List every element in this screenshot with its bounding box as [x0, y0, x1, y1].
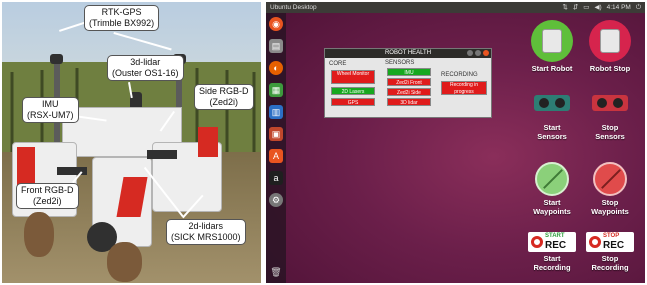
start-robot-label: Start Robot [531, 64, 573, 73]
start-robot-icon [531, 20, 573, 62]
robot-stop-icon [589, 20, 631, 62]
volume-icon[interactable]: ◀) [594, 2, 601, 13]
stop-waypoints-label-line2: Waypoints [591, 207, 629, 216]
callout-imu-line2: (RSX-UM7) [27, 110, 74, 120]
waypoints-icon-green [535, 162, 569, 196]
robot-stop-label: Robot Stop [589, 64, 631, 73]
stop-rec-icon: STOP REC [586, 232, 634, 252]
status-imu: IMU [387, 68, 431, 76]
rec-start-rec-text: REC [545, 240, 567, 251]
stop-waypoints-label-line1: Stop [601, 198, 619, 207]
camera-sensor-icon-red [592, 95, 628, 111]
waypoints-icon-red [593, 162, 627, 196]
start-recording-label-line2: Recording [533, 263, 571, 272]
callout-3d-lidar-line2: (Ouster OS1-16) [112, 68, 179, 78]
robot-health-window[interactable]: ROBOT HEALTH CORE SENSORS RECORDING Whee… [324, 48, 492, 118]
red-panel-right [198, 127, 218, 157]
stop-waypoints-button[interactable]: Stop Waypoints [582, 162, 638, 216]
robot-photo: RTK-GPS (Trimble BX992) 3d-lidar (Ouster… [2, 2, 261, 283]
callout-3d-lidar: 3d-lidar (Ouster OS1-16) [107, 55, 184, 81]
robot-stop-button[interactable]: Robot Stop [582, 20, 638, 73]
gps-antenna-left [50, 54, 63, 64]
callout-3d-lidar-line1: 3d-lidar [130, 57, 161, 67]
start-rec-icon: START REC [528, 232, 576, 252]
start-recording-label-line1: Start [543, 254, 561, 263]
files-icon[interactable]: ▤ [269, 39, 283, 53]
start-sensors-label-line1: Start [543, 123, 561, 132]
wheel-front [107, 242, 142, 282]
stop-sensors-label-line1: Stop [601, 123, 619, 132]
status-gps: GPS [331, 98, 375, 106]
recording-group-label: RECORDING [441, 72, 478, 78]
start-robot-button[interactable]: Start Robot [524, 20, 580, 73]
launcher-bar: ◉ ▤ ◐ ▦ ▥ ▣ A a ⚙ 🗑 [266, 13, 286, 283]
status-2d-lasers: 2D Lasers [331, 87, 375, 95]
start-waypoints-button[interactable]: Start Waypoints [524, 162, 580, 216]
presentation-icon[interactable]: ▣ [269, 127, 283, 141]
rec-stop-rec-text: REC [603, 240, 625, 251]
stop-recording-button[interactable]: STOP REC Stop Recording [582, 232, 638, 272]
start-waypoints-label-line1: Start [543, 198, 561, 207]
document-icon[interactable]: ▥ [269, 105, 283, 119]
status-zed2i-front: Zed2i Front [387, 78, 431, 86]
close-icon[interactable] [483, 50, 489, 56]
top-panel: Ubuntu Desktop ⇅ ⇵ ▭ ◀) 4:14 PM ⏻ [266, 2, 645, 13]
callout-side-rgbd-line1: Side RGB-D [199, 86, 249, 96]
network-icon[interactable]: ⇵ [573, 2, 578, 13]
status-3d-lidar: 3D lidar [387, 98, 431, 106]
status-wheel-monitor: Wheel Monitor [331, 70, 375, 84]
camera-sensor-icon-green [534, 95, 570, 111]
callout-2d-lidars: 2d-lidars (SICK MRS1000) [166, 219, 246, 245]
rec-start-top-text: START [545, 233, 565, 239]
core-group-label: CORE [329, 61, 347, 67]
software-center-icon[interactable]: A [269, 149, 283, 163]
callout-front-rgbd-line1: Front RGB-D [21, 185, 74, 195]
system-tray: ⇅ ⇵ ▭ ◀) 4:14 PM ⏻ [562, 2, 641, 13]
stop-recording-label-line2: Recording [591, 263, 629, 272]
start-recording-button[interactable]: START REC Start Recording [524, 232, 580, 272]
battery-icon[interactable]: ▭ [583, 2, 589, 13]
maximize-icon[interactable] [475, 50, 481, 56]
clock[interactable]: 4:14 PM [607, 2, 631, 13]
sensors-group-label: SENSORS [385, 60, 415, 66]
rec-stop-top-text: STOP [603, 233, 620, 239]
start-sensors-button[interactable]: Start Sensors [524, 92, 580, 141]
settings-icon[interactable]: ⚙ [269, 193, 283, 207]
trash-icon[interactable]: 🗑 [269, 265, 283, 279]
desktop-title: Ubuntu Desktop [270, 4, 317, 11]
front-camera [57, 167, 87, 175]
start-waypoints-label-line2: Waypoints [533, 207, 571, 216]
stop-sensors-label-line2: Sensors [595, 132, 625, 141]
start-sensors-label-line2: Sensors [537, 132, 567, 141]
status-zed2i-side: Zed2i Side [387, 88, 431, 96]
firefox-icon[interactable]: ◐ [269, 61, 283, 75]
callout-imu-line1: IMU [42, 99, 59, 109]
leader-gps-right [113, 32, 172, 50]
wheel-left [24, 212, 54, 257]
stop-sensors-button[interactable]: Stop Sensors [582, 92, 638, 141]
amazon-icon[interactable]: a [269, 171, 283, 185]
callout-side-rgbd-line2: (Zed2i) [209, 97, 239, 107]
callout-2d-lidars-line1: 2d-lidars [188, 221, 224, 231]
robot-health-title: ROBOT HEALTH [384, 50, 432, 56]
ubuntu-dash-icon[interactable]: ◉ [269, 17, 283, 31]
stop-recording-label-line1: Stop [601, 254, 619, 263]
side-camera [147, 150, 177, 159]
status-recording: Recording in progress [441, 81, 487, 95]
keyboard-icon[interactable]: ⇅ [562, 2, 567, 13]
callout-front-rgbd: Front RGB-D (Zed2i) [16, 183, 79, 209]
callout-2d-lidars-line2: (SICK MRS1000) [171, 232, 241, 242]
ubuntu-desktop: Ubuntu Desktop ⇅ ⇵ ▭ ◀) 4:14 PM ⏻ ◉ ▤ ◐ … [266, 2, 645, 283]
callout-rtk-gps: RTK-GPS (Trimble BX992) [84, 5, 160, 31]
callout-front-rgbd-line2: (Zed2i) [33, 196, 62, 206]
minimize-icon[interactable] [467, 50, 473, 56]
callout-rtk-gps-line1: RTK-GPS [101, 7, 142, 17]
spreadsheet-icon[interactable]: ▦ [269, 83, 283, 97]
callout-side-rgbd: Side RGB-D (Zed2i) [194, 84, 254, 110]
callout-imu: IMU (RSX-UM7) [22, 97, 79, 123]
power-icon[interactable]: ⏻ [636, 2, 641, 13]
robot-health-titlebar[interactable]: ROBOT HEALTH [325, 49, 491, 58]
callout-rtk-gps-line2: (Trimble BX992) [89, 18, 155, 28]
